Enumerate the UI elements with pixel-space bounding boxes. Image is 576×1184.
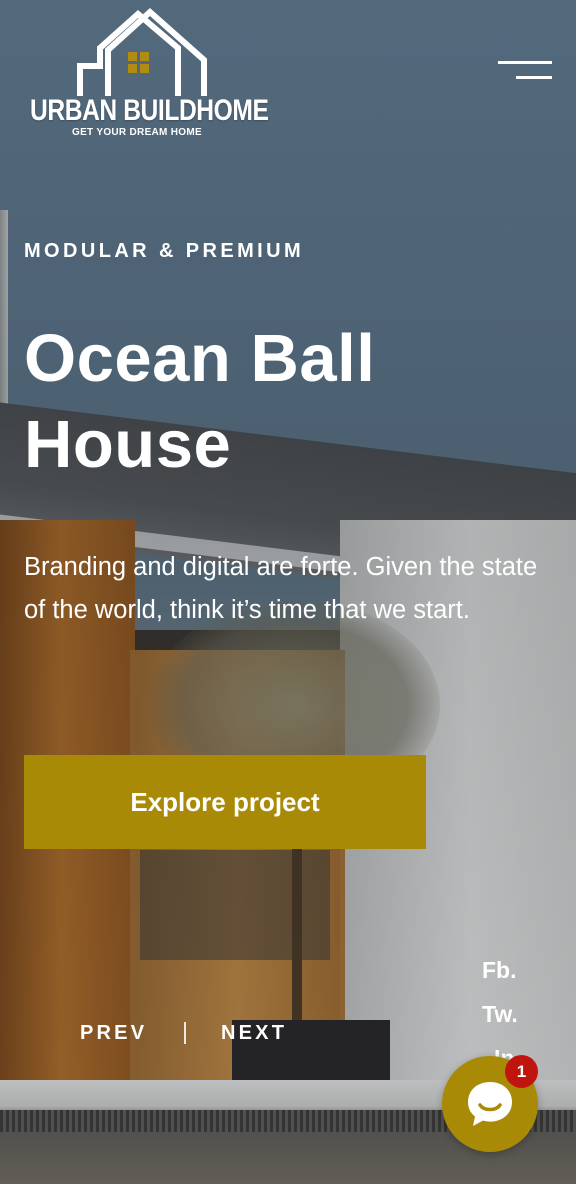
hero-title-line-2: House: [24, 407, 232, 482]
social-link-twitter[interactable]: Tw.: [482, 1001, 518, 1028]
explore-project-button[interactable]: Explore project: [24, 755, 426, 849]
chat-notification-badge: 1: [505, 1055, 538, 1088]
hero-eyebrow: MODULAR & PREMIUM: [24, 240, 305, 262]
logo-wordmark: URBAN BUILDHOME: [30, 94, 269, 127]
hero-title-line-1: Ocean Ball: [24, 321, 376, 396]
pager-divider: [184, 1022, 186, 1044]
logo-tagline: GET YOUR DREAM HOME: [72, 127, 202, 138]
social-link-facebook[interactable]: Fb.: [482, 957, 517, 984]
menu-button[interactable]: [492, 56, 556, 88]
hamburger-menu-icon: [498, 61, 552, 64]
next-button[interactable]: NEXT: [221, 1022, 287, 1045]
prev-button[interactable]: PREV: [80, 1022, 147, 1045]
hamburger-menu-icon-bar: [516, 76, 552, 79]
hero-description: Branding and digital are forte. Given th…: [24, 553, 538, 624]
hero-title: Ocean Ball House: [24, 316, 544, 488]
chat-bubble-icon: [468, 1082, 512, 1126]
